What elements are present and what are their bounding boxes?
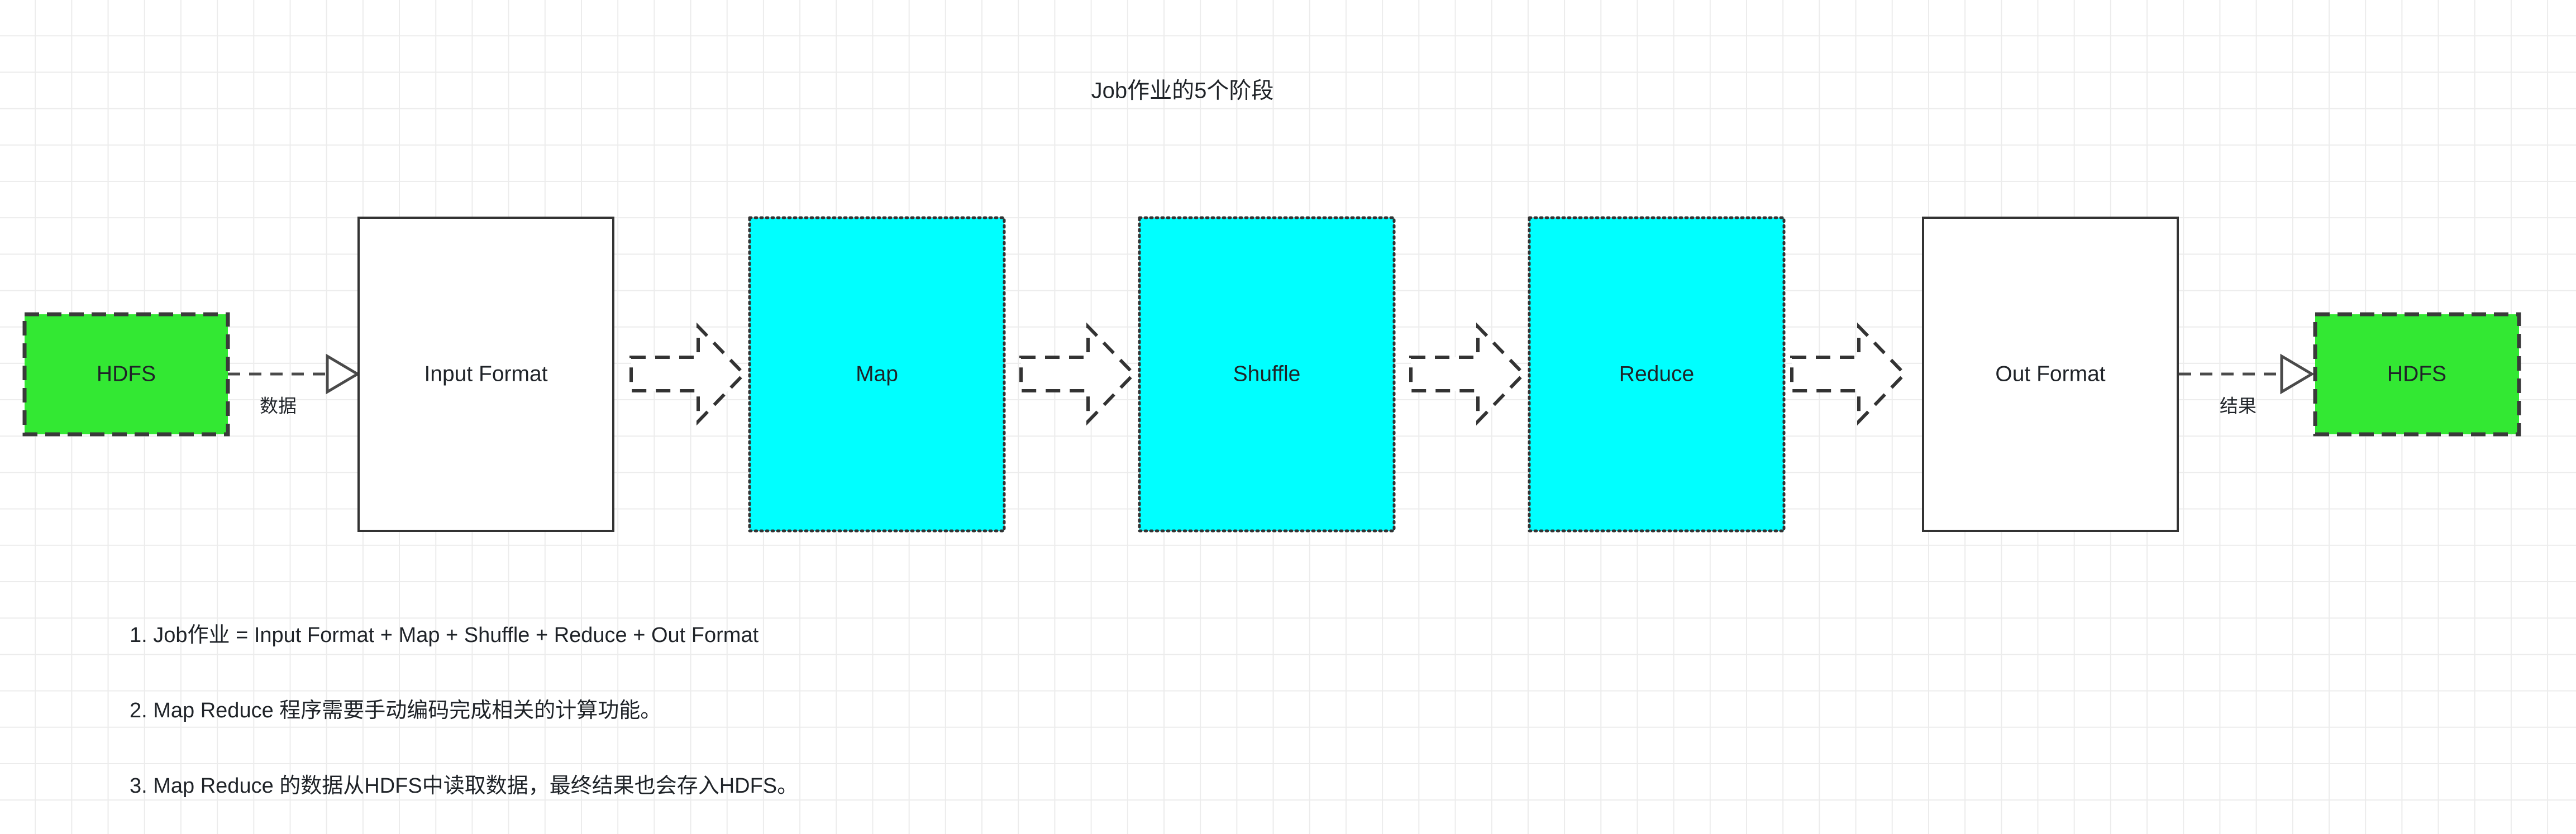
edge-2 — [1019, 322, 1137, 426]
reduce-label: Reduce — [1619, 362, 1694, 386]
stage-hdfs-in[interactable]: HDFS — [22, 312, 230, 437]
note-line-1: 1. Job作业 = Input Format + Map + Shuffle … — [130, 624, 759, 647]
edge-1-block-arrow — [629, 322, 747, 426]
edge-result: 结果 — [2179, 353, 2315, 416]
edge-4-block-arrow — [1790, 322, 1907, 426]
edge-1 — [629, 322, 747, 426]
mapreduce-flow-diagram: Job作业的5个阶段 HDFS 数据 Input Format Map Shuf… — [22, 79, 2521, 798]
out-format-label: Out Format — [1995, 362, 2105, 386]
page-title: Job作业的5个阶段 — [1091, 79, 1274, 103]
shuffle-label: Shuffle — [1233, 362, 1301, 386]
edge-4 — [1790, 322, 1907, 426]
hdfs-in-label: HDFS — [97, 362, 156, 386]
edge-data-arrowhead — [326, 353, 360, 395]
hdfs-out-label: HDFS — [2387, 362, 2446, 386]
stage-hdfs-out[interactable]: HDFS — [2313, 312, 2521, 437]
note-line-3: 3. Map Reduce 的数据从HDFS中读取数据，最终结果也会存入HDFS… — [130, 774, 798, 798]
edge-data-label: 数据 — [260, 396, 297, 416]
map-label: Map — [856, 362, 898, 386]
edge-3-block-arrow — [1409, 322, 1526, 426]
stage-input-format[interactable]: Input Format — [357, 217, 614, 532]
note-line-2: 2. Map Reduce 程序需要手动编码完成相关的计算功能。 — [130, 699, 661, 722]
edge-2-block-arrow — [1019, 322, 1137, 426]
edge-result-arrowhead — [2280, 353, 2315, 395]
input-format-label: Input Format — [424, 362, 547, 386]
diagram-canvas: Job作业的5个阶段 HDFS 数据 Input Format Map Shuf… — [0, 0, 2576, 834]
edge-result-label: 结果 — [2220, 396, 2257, 416]
edge-data: 数据 — [228, 353, 360, 416]
stage-shuffle[interactable]: Shuffle — [1138, 216, 1396, 533]
edge-3 — [1409, 322, 1526, 426]
stage-map[interactable]: Map — [748, 216, 1006, 533]
stage-out-format[interactable]: Out Format — [1922, 217, 2179, 532]
stage-reduce[interactable]: Reduce — [1528, 216, 1786, 533]
